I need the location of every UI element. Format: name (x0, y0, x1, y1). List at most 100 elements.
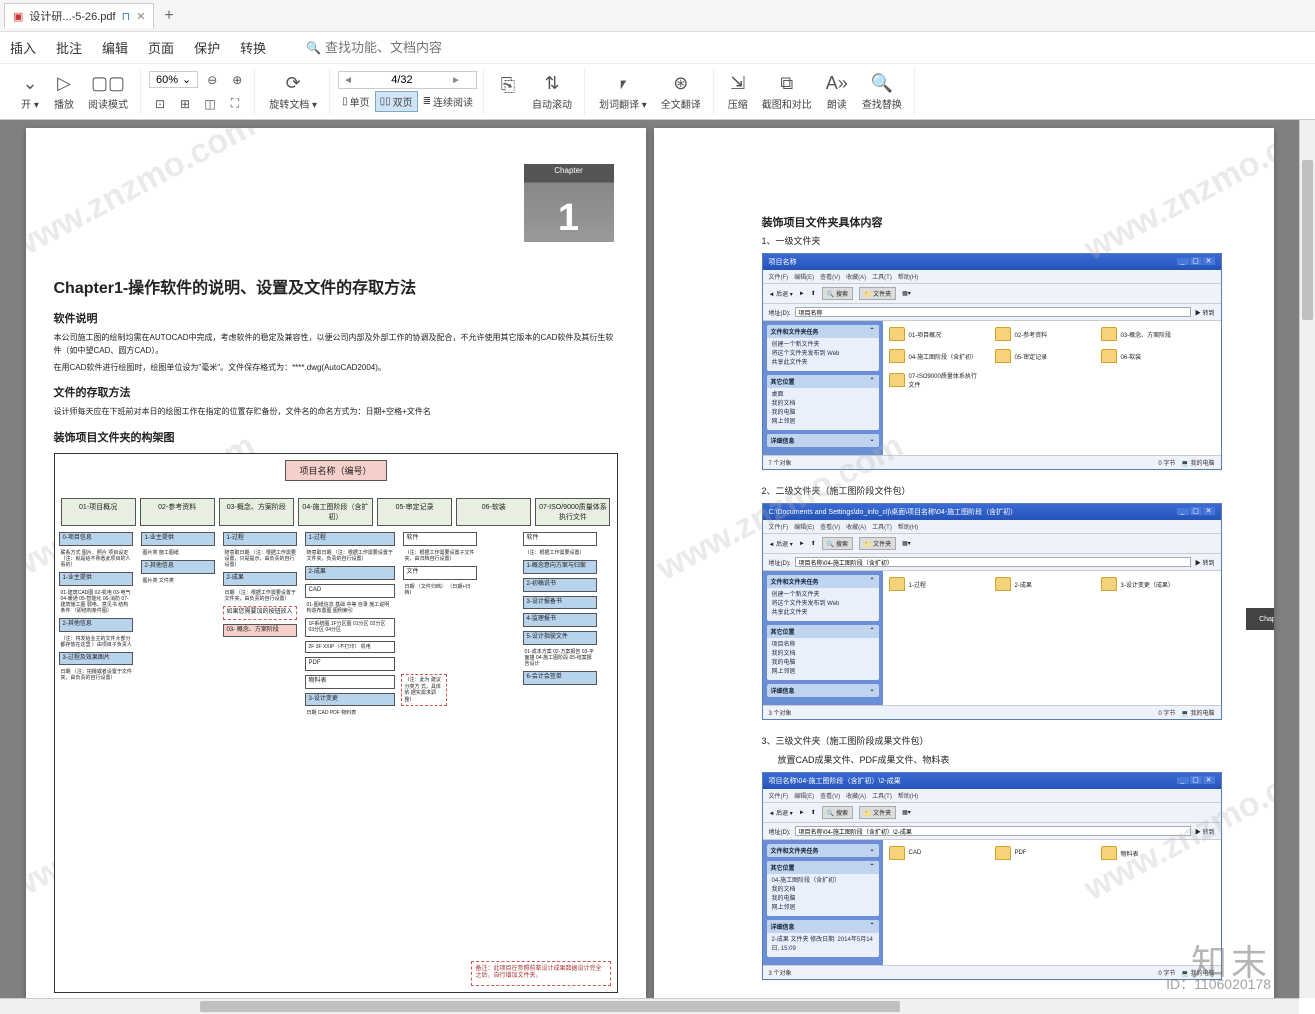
flow-note: 图片类 施工图纸 (143, 550, 215, 556)
flow-note-dashed: （注：此为 建议分类方 式，具体依 据实需求调整） (401, 674, 447, 706)
pdf-icon: ▣ (13, 10, 23, 23)
bookmark-button[interactable]: ⎘ (492, 73, 524, 111)
flow-box: CAD (305, 584, 395, 598)
flow-box-pink: 03- 概念、方案阶段 (223, 624, 297, 638)
section-sub: 3、三级文件夹（施工图阶段成果文件包） (762, 734, 1246, 747)
zoom-select[interactable]: 60%⌄ (149, 71, 198, 88)
tab-bar: ▣ 设计研...-5-26.pdf ⊓ ✕ + (0, 0, 1315, 32)
section-heading: 装饰项目文件夹具体内容 (762, 214, 1246, 230)
scrollbar-thumb[interactable] (200, 1001, 900, 1012)
open-menu-button[interactable]: ⌄开 ▾ (14, 71, 46, 113)
window-buttons: _▢✕ (1176, 257, 1215, 267)
menu-page[interactable]: 页面 (148, 38, 174, 57)
folder-icon (995, 577, 1011, 591)
menu-convert[interactable]: 转换 (240, 38, 266, 57)
play-button[interactable]: ▷播放 (48, 71, 80, 113)
rotate-doc-button[interactable]: ⟳旋转文档 ▾ (263, 71, 323, 113)
word-translate-button[interactable]: ⎖划词翻译 ▾ (593, 71, 653, 113)
scrollbar-thumb[interactable] (1302, 160, 1313, 320)
fit-width-button[interactable]: ⊡ (149, 93, 171, 115)
search-input[interactable] (325, 40, 475, 55)
menu-insert[interactable]: 插入 (10, 38, 36, 57)
folder-icon (889, 846, 905, 860)
menu-annotate[interactable]: 批注 (56, 38, 82, 57)
search-box[interactable]: 🔍 (306, 40, 475, 55)
document-viewer[interactable]: www.znzmo.com www.znzmo.com www.znzmo.co… (0, 120, 1299, 998)
flow-l1: 05-审定记录 (377, 498, 452, 526)
page-number-field[interactable] (357, 72, 447, 88)
xp-toolbar: ◄ 后退 ▾►⬆🔍 搜索📁 文件夹▦▾ (763, 284, 1221, 304)
flow-box: 2-其他信息 (141, 560, 215, 574)
full-translate-button[interactable]: ⊛全文翻译 (655, 71, 707, 113)
auto-scroll-button[interactable]: ⇅自动滚动 (526, 71, 578, 113)
crop-icon: ⧉ (780, 73, 793, 94)
flow-note: 随意取日期 （注：根据工作需要设置，只是提示，由负责的自行设置） (225, 550, 297, 568)
zoom-in-button[interactable]: ⊕ (226, 69, 248, 91)
page-left: www.znzmo.com www.znzmo.com www.znzmo.co… (26, 128, 646, 998)
new-tab-button[interactable]: + (154, 3, 183, 29)
next-page-button[interactable]: ► (447, 75, 465, 86)
flow-box: 2-其他信息 (59, 618, 133, 632)
single-page-button[interactable]: ▯ 单页 (338, 91, 374, 112)
section-sub: 放置CAD成果文件、PDF成果文件、物料表 (778, 753, 1246, 766)
flow-box: 3-设计变更 (305, 693, 395, 707)
read-mode-button[interactable]: ▢▢阅读模式 (82, 71, 134, 113)
menu-protect[interactable]: 保护 (194, 38, 220, 57)
flow-note: 01-成本方案 02-方案报告 03-平面描 04-施工图阶段 05-结案报告设… (525, 649, 597, 667)
tab-pin-icon[interactable]: ⊓ (122, 10, 131, 23)
flow-root-box: 项目名称（编号） (284, 460, 386, 481)
xp-menu: 文件(F) 编辑(E) 查看(V) 收藏(A) 工具(T) 帮助(H) (763, 270, 1221, 284)
page-right: www.znzmo.com www.znzmo.com www.znzmo.co… (654, 128, 1274, 998)
magnifier-icon: 🔍 (871, 73, 893, 94)
chapter-title: Chapter1-操作软件的说明、设置及文件的存取方法 (54, 274, 618, 298)
folder-icon (995, 846, 1011, 860)
watermark: www.znzmo.com (1078, 128, 1274, 269)
xp-address: 地址(D):▶ 转到 (763, 304, 1221, 321)
flow-remark: 备注：此项目在参照前辈设计成果数据设计完全之后，自行增加文件夹。 (471, 961, 611, 987)
screenshot-compare-button[interactable]: ⧉截图和对比 (756, 71, 818, 113)
read-aloud-button[interactable]: A»朗读 (820, 71, 854, 113)
globe-icon: ⊛ (673, 73, 688, 94)
flow-box: 文件 (403, 566, 477, 580)
double-page-button[interactable]: ▯▯ 双页 (375, 91, 418, 112)
page-input[interactable]: ◄ ► (338, 71, 477, 89)
explorer-window-1: 项目名称_▢✕ 文件(F) 编辑(E) 查看(V) 收藏(A) 工具(T) 帮助… (762, 253, 1222, 470)
section-sub: 1、一级文件夹 (762, 234, 1246, 247)
flow-box: 软件 (403, 532, 477, 546)
marquee-zoom-button[interactable]: ⛶ (224, 93, 246, 115)
flowchart: 项目名称（编号） 01-项目概况 02-参考资料 03-概念、方案阶段 04-施… (54, 453, 618, 993)
close-icon[interactable]: ✕ (136, 10, 145, 23)
continuous-button[interactable]: ≣ 连续阅读 (419, 91, 477, 112)
flow-note: 随意取日期 （注：根据工作需要设置于文件夹，负责的自行设置） (307, 550, 395, 562)
folder-icon (995, 349, 1011, 363)
section-heading: 装饰项目文件夹的构架图 (54, 429, 618, 445)
explorer-window-3: 项目名称\04-施工图阶段（含扩初）\2-成果_▢✕ 文件(F) 编辑(E) 查… (762, 772, 1222, 980)
compress-button[interactable]: ⇲压缩 (722, 71, 754, 113)
flow-l1: 06-软装 (456, 498, 531, 526)
menu-edit[interactable]: 编辑 (102, 38, 128, 57)
horizontal-scrollbar[interactable] (0, 998, 1299, 1014)
flow-note: （注：根据工作需要设置） (525, 550, 597, 556)
flow-box: 6-会计会签单 (523, 671, 597, 685)
flow-l1: 04-施工图阶段（含扩初） (298, 498, 373, 526)
folder-icon (1101, 349, 1117, 363)
zoom-out-button[interactable]: ⊖ (201, 69, 223, 91)
flow-box: 1F系统图 1F分区图 01分区 02分区 03分区 04分区 (305, 618, 395, 637)
body-text: 在用CAD软件进行绘图时，绘图单位设为"毫米"。文件保存格式为：****.dwg… (54, 362, 618, 375)
flow-l1: 07-ISO/9000质量体系执行文件 (535, 498, 610, 526)
flow-note: 日期 （文件归档） （日期+归档） (405, 584, 477, 596)
flow-box: 2-初稿说书 (523, 578, 597, 592)
window-title: 项目名称\04-施工图阶段（含扩初）\2-成果 (769, 776, 901, 786)
play-icon: ▷ (57, 73, 71, 94)
flow-l1: 01-项目概况 (61, 498, 136, 526)
fit-page-button[interactable]: ⊞ (174, 93, 196, 115)
vertical-scrollbar[interactable] (1299, 120, 1315, 998)
document-tab[interactable]: ▣ 设计研...-5-26.pdf ⊓ ✕ (4, 3, 154, 28)
prev-page-button[interactable]: ◄ (339, 75, 357, 86)
folder-icon (889, 577, 905, 591)
flow-box: 3-过程及效果图片 (59, 652, 133, 666)
flow-l1: 02-参考资料 (140, 498, 215, 526)
find-replace-button[interactable]: 🔍查找替换 (856, 71, 908, 113)
actual-size-button[interactable]: ◫ (199, 93, 221, 115)
speaker-icon: A» (826, 73, 848, 94)
